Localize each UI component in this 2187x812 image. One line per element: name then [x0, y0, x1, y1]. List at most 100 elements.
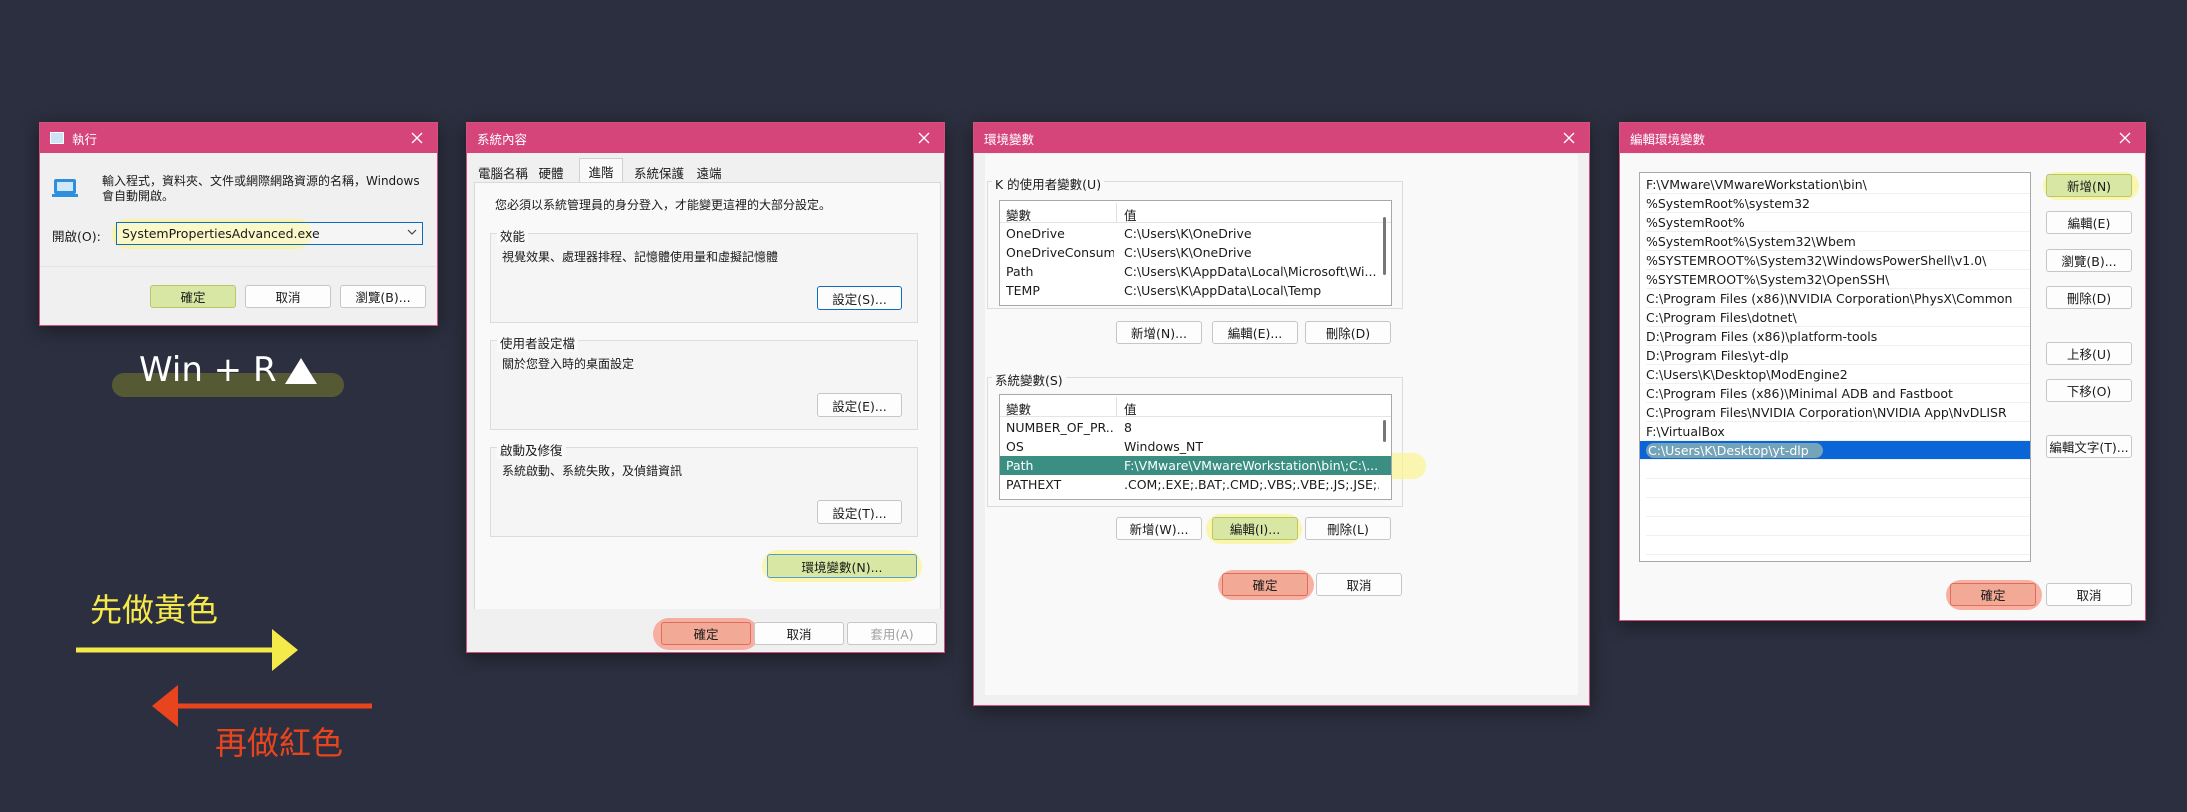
- caret-up-icon: [283, 356, 319, 390]
- list-item[interactable]: D:\Program Files (x86)\platform-tools: [1646, 327, 2030, 346]
- col-value-header[interactable]: 值: [1124, 205, 1137, 224]
- list-item[interactable]: C:\Program Files\dotnet\: [1646, 308, 2030, 327]
- cancel-button[interactable]: 取消: [2046, 583, 2132, 606]
- edit-env-titlebar: 編輯環境變數: [1620, 123, 2145, 153]
- col-value-header[interactable]: 值: [1124, 399, 1137, 418]
- col-divider: [1116, 397, 1117, 416]
- list-item-empty[interactable]: [1646, 498, 2030, 517]
- edit-entry-button[interactable]: 編輯(E): [2046, 211, 2132, 234]
- cancel-button[interactable]: 取消: [245, 285, 331, 308]
- list-item[interactable]: F:\VirtualBox: [1646, 422, 2030, 441]
- close-icon[interactable]: [405, 126, 429, 150]
- user-profiles-settings-button[interactable]: 設定(E)...: [817, 393, 902, 417]
- close-icon[interactable]: [1557, 126, 1581, 150]
- sysprops-title: 系統內容: [477, 131, 528, 147]
- list-item[interactable]: C:\Program Files (x86)\Minimal ADB and F…: [1646, 384, 2030, 403]
- run-input[interactable]: SystemPropertiesAdvanced.exe: [116, 222, 423, 245]
- list-item[interactable]: %SYSTEMROOT%\System32\OpenSSH\: [1646, 270, 2030, 289]
- browse-entry-button[interactable]: 瀏覽(B)...: [2046, 249, 2132, 272]
- list-item[interactable]: %SystemRoot%\system32: [1646, 194, 2030, 213]
- system-delete-button[interactable]: 刪除(L): [1305, 517, 1391, 540]
- list-item-empty[interactable]: [1646, 536, 2030, 555]
- user-delete-button[interactable]: 刪除(D): [1305, 321, 1391, 344]
- run-app-icon: [50, 132, 64, 144]
- env-title: 環境變數: [984, 131, 1035, 147]
- var-name: TEMP: [1006, 283, 1040, 298]
- chevron-down-icon[interactable]: [407, 225, 417, 242]
- tab-hardware[interactable]: 硬體: [533, 161, 569, 183]
- user-vars-list[interactable]: 變數 值 OneDrive C:\Users\K\OneDrive OneDriv…: [999, 200, 1392, 306]
- scrollbar[interactable]: [1383, 420, 1386, 442]
- scrollbar[interactable]: [1383, 217, 1386, 275]
- list-item-empty[interactable]: [1646, 460, 2030, 479]
- list-item[interactable]: F:\VMware\VMwareWorkstation\bin\: [1646, 175, 2030, 194]
- var-name: PATHEXT: [1006, 477, 1062, 492]
- col-var-header[interactable]: 變數: [1006, 205, 1031, 224]
- list-item-selected[interactable]: C:\Users\K\Desktop\yt-dlp: [1640, 441, 2030, 460]
- sysprops-titlebar: 系統內容: [467, 123, 944, 153]
- performance-settings-button[interactable]: 設定(S)...: [817, 286, 902, 310]
- tab-system-protection[interactable]: 系統保護: [631, 161, 687, 183]
- list-item[interactable]: D:\Program Files\yt-dlp: [1646, 346, 2030, 365]
- var-value: Windows_NT: [1124, 439, 1204, 454]
- list-item[interactable]: C:\Program Files\NVIDIA Corporation\NVID…: [1646, 403, 2030, 422]
- tab-remote[interactable]: 遠端: [691, 161, 727, 183]
- var-name: OneDriveConsum...: [1006, 245, 1114, 260]
- apply-button[interactable]: 套用(A): [847, 622, 937, 645]
- table-row-selected[interactable]: Path F:\VMware\VMwareWorkstation\bin\;C:\…: [1000, 456, 1391, 475]
- user-new-button[interactable]: 新增(N)...: [1116, 321, 1202, 344]
- ok-button[interactable]: 確定: [1222, 573, 1308, 596]
- table-row[interactable]: Path C:\Users\K\AppData\Local\Microsoft\W…: [1000, 262, 1391, 281]
- system-vars-title: 系統變數(S): [992, 370, 1066, 389]
- admin-note: 您必須以系統管理員的身分登入，才能變更這裡的大部分設定。: [495, 198, 832, 212]
- user-edit-button[interactable]: 編輯(E)...: [1212, 321, 1298, 344]
- close-icon[interactable]: [912, 126, 936, 150]
- table-row[interactable]: TEMP C:\Users\K\AppData\Local\Temp: [1000, 281, 1391, 300]
- system-vars-list[interactable]: 變數 值 NUMBER_OF_PR... 8 OS Windows_NT Path F…: [999, 394, 1392, 500]
- user-vars-title: K 的使用者變數(U): [992, 174, 1105, 193]
- run-dialog: 執行 輸入程式，資料夾、文件或網際網路資源的名稱，Windows 會自動開啟。 …: [39, 122, 438, 326]
- table-row[interactable]: OneDrive C:\Users\K\OneDrive: [1000, 224, 1391, 243]
- path-entries-list[interactable]: F:\VMware\VMwareWorkstation\bin\ %System…: [1639, 172, 2031, 562]
- system-edit-button[interactable]: 編輯(I)...: [1212, 517, 1298, 540]
- table-row[interactable]: PATHEXT .COM;.EXE;.BAT;.CMD;.VBS;.VBE;.JS…: [1000, 475, 1391, 494]
- edit-text-button[interactable]: 編輯文字(T)...: [2046, 435, 2132, 458]
- list-item[interactable]: C:\Users\K\Desktop\ModEngine2: [1646, 365, 2030, 384]
- list-item[interactable]: C:\Program Files (x86)\NVIDIA Corporatio…: [1646, 289, 2030, 308]
- ok-button[interactable]: 確定: [661, 622, 751, 645]
- cancel-button[interactable]: 取消: [1316, 573, 1402, 596]
- var-value: C:\Users\K\AppData\Local\Temp: [1124, 283, 1322, 298]
- var-value: C:\Users\K\OneDrive: [1124, 226, 1252, 241]
- run-input-value: SystemPropertiesAdvanced.exe: [122, 226, 320, 241]
- move-up-button[interactable]: 上移(U): [2046, 342, 2132, 365]
- list-item-empty[interactable]: [1646, 479, 2030, 498]
- tab-advanced[interactable]: 進階: [579, 158, 623, 183]
- cancel-button[interactable]: 取消: [754, 622, 844, 645]
- ok-button[interactable]: 確定: [1950, 583, 2036, 606]
- table-row[interactable]: NUMBER_OF_PR... 8: [1000, 418, 1391, 437]
- list-item[interactable]: %SystemRoot%: [1646, 213, 2030, 232]
- var-name: Path: [1006, 264, 1034, 279]
- startup-settings-button[interactable]: 設定(T)...: [817, 500, 902, 524]
- var-name: OS: [1006, 439, 1024, 454]
- table-row[interactable]: OneDriveConsum... C:\Users\K\OneDrive: [1000, 243, 1391, 262]
- table-row[interactable]: OS Windows_NT: [1000, 437, 1391, 456]
- system-new-button[interactable]: 新增(W)...: [1116, 517, 1202, 540]
- var-name: Path: [1006, 458, 1034, 473]
- col-var-header[interactable]: 變數: [1006, 399, 1031, 418]
- ok-button[interactable]: 確定: [150, 285, 236, 308]
- environment-variables-button[interactable]: 環境變數(N)...: [767, 554, 917, 578]
- var-name: OneDrive: [1006, 226, 1065, 241]
- move-down-button[interactable]: 下移(O): [2046, 379, 2132, 402]
- new-entry-button[interactable]: 新增(N): [2046, 174, 2132, 197]
- tab-computer-name[interactable]: 電腦名稱: [475, 161, 531, 183]
- system-properties-dialog: 系統內容 電腦名稱 硬體 進階 系統保護 遠端 您必須以系統管理員的身分登入，才…: [466, 122, 945, 653]
- browse-button[interactable]: 瀏覽(B)...: [340, 285, 426, 308]
- list-item[interactable]: %SystemRoot%\System32\Wbem: [1646, 232, 2030, 251]
- var-value: C:\Users\K\OneDrive: [1124, 245, 1252, 260]
- list-item[interactable]: %SYSTEMROOT%\System32\WindowsPowerShell\…: [1646, 251, 2030, 270]
- list-item-empty[interactable]: [1646, 517, 2030, 536]
- close-icon[interactable]: [2113, 126, 2137, 150]
- delete-entry-button[interactable]: 刪除(D): [2046, 286, 2132, 309]
- environment-variables-dialog: 環境變數 K 的使用者變數(U) 變數 值 OneDrive C:\Users\K…: [973, 122, 1590, 706]
